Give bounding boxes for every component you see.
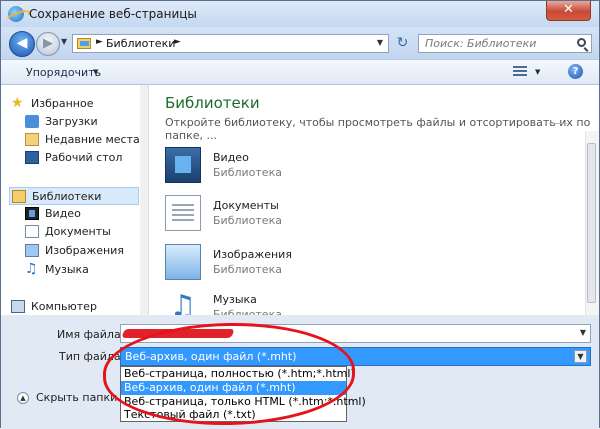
change-view-icon[interactable] [513,66,527,78]
breadcrumb-arrow-icon[interactable]: ► [96,37,103,47]
sidebar-item-favorites[interactable]: ★ Избранное [11,95,139,113]
refresh-button[interactable]: ↻ [393,34,412,53]
sidebar-item-music[interactable]: ♫ Музыка [25,261,139,279]
library-name: Документы [213,199,279,212]
filename-field[interactable]: ▼ [120,324,591,343]
filetype-label: Тип файла: [59,350,125,363]
breadcrumb-libraries[interactable]: Библиотеки [106,37,175,50]
filetype-option[interactable]: Веб-страница, только HTML (*.htm;*.html) [121,395,366,409]
filename-label: Имя файла: [57,328,125,341]
window-title: Сохранение веб-страницы [29,7,197,21]
navigation-pane: ★ Избранное Загрузки Недавние места Рабо… [1,85,149,315]
library-item-video[interactable]: Видео Библиотека [163,145,543,195]
command-toolbar: Упорядочить ▼ ▼ ? [1,59,599,85]
downloads-icon [25,115,39,128]
libraries-icon [12,190,26,203]
library-name: Изображения [213,248,292,261]
library-item-documents[interactable]: Документы Библиотека [163,193,543,243]
recent-pages-dropdown[interactable]: ▼ [61,37,70,49]
filetype-option-selected[interactable]: Веб-архив, один файл (*.mht) [121,381,346,395]
divider [549,123,567,124]
sidebar-item-documents[interactable]: Документы [25,223,139,241]
sidebar-item-label: Библиотеки [32,190,102,203]
music-library-icon: ♫ [169,289,197,315]
library-type: Библиотека [213,263,282,276]
organize-button[interactable]: Упорядочить [26,66,101,79]
breadcrumb-arrow-icon[interactable]: ► [174,37,181,47]
sidebar-item-recent-places[interactable]: Недавние места [25,131,140,149]
address-row: ◀ ▶ ▼ ► Библиотеки ► ▼ ↻ Поиск: Библиоте… [1,27,599,59]
chevron-down-icon[interactable]: ▼ [93,68,98,76]
video-icon [25,207,39,220]
sidebar-item-label: Музыка [45,263,89,276]
close-button[interactable]: ✕ [546,1,591,21]
help-icon[interactable]: ? [568,64,583,79]
forward-button[interactable]: ▶ [36,32,60,56]
desktop-icon [25,151,39,164]
images-icon [25,244,39,257]
documents-icon [25,225,39,238]
computer-icon [11,300,25,313]
images-library-icon [165,244,201,280]
video-library-icon [165,147,201,183]
sidebar-item-label: Рабочий стол [45,151,123,164]
navigation-scrollbar[interactable] [140,85,148,315]
sidebar-item-label: Компьютер [31,300,97,313]
sidebar-item-label: Документы [45,225,111,238]
filetype-option[interactable]: Текстовый файл (*.txt) [121,408,346,422]
address-bar[interactable]: ► Библиотеки ► ▼ [72,34,389,53]
sidebar-item-video[interactable]: Видео [25,205,139,223]
sidebar-item-desktop[interactable]: Рабочий стол [25,149,139,167]
library-type: Библиотека [213,214,282,227]
save-webpage-dialog: Сохранение веб-страницы ✕ ◀ ▶ ▼ ► Библио… [0,0,600,429]
sidebar-item-images[interactable]: Изображения [25,242,139,260]
page-title: Библиотеки [165,94,260,112]
library-type: Библиотека [213,166,282,179]
file-list-pane: Библиотеки Откройте библиотеку, чтобы пр… [149,85,599,315]
sidebar-item-libraries[interactable]: Библиотеки [9,187,139,205]
sidebar-item-label: Недавние места [45,133,140,146]
hide-folders-label: Скрыть папки [36,391,118,404]
sidebar-item-label: Видео [45,207,81,220]
filetype-option[interactable]: Веб-страница, полностью (*.htm;*.html) [121,367,355,381]
library-item-music[interactable]: ♫ Музыка Библиотека [163,287,543,315]
search-icon[interactable] [577,38,586,47]
library-name: Видео [213,151,249,164]
recent-places-icon [25,133,39,146]
search-input[interactable]: Поиск: Библиотеки [418,34,592,53]
documents-library-icon [165,195,201,231]
chevron-up-icon: ▲ [17,392,29,404]
filetype-select[interactable]: Веб-архив, один файл (*.mht) ▼ [120,347,591,366]
ie-logo-icon [8,6,24,22]
library-name: Музыка [213,293,257,306]
scrollbar-thumb[interactable] [587,143,596,303]
address-dropdown-icon[interactable]: ▼ [377,38,383,47]
filetype-selected-value: Веб-архив, один файл (*.mht) [125,350,297,363]
back-button[interactable]: ◀ [9,31,35,57]
music-icon: ♫ [25,261,38,277]
redaction-mark [121,329,235,338]
star-icon: ★ [11,95,24,111]
filetype-dropdown-list: Веб-страница, полностью (*.htm;*.html) В… [120,366,366,422]
library-item-images[interactable]: Изображения Библиотека [163,242,543,292]
chevron-down-icon[interactable]: ▼ [574,350,587,363]
sidebar-item-label: Загрузки [45,115,98,128]
sidebar-item-downloads[interactable]: Загрузки [25,113,139,131]
title-bar: Сохранение веб-страницы ✕ [1,1,599,27]
sidebar-item-label: Изображения [45,244,124,257]
sidebar-item-computer[interactable]: Компьютер [11,298,139,315]
page-subtitle: Откройте библиотеку, чтобы просмотреть ф… [165,116,591,142]
library-type: Библиотека [213,308,282,315]
chevron-down-icon[interactable]: ▼ [535,68,540,76]
libraries-folder-icon [77,38,91,49]
chevron-down-icon[interactable]: ▼ [580,328,586,337]
search-placeholder: Поиск: Библиотеки [425,37,537,50]
sidebar-item-label: Избранное [31,97,94,110]
